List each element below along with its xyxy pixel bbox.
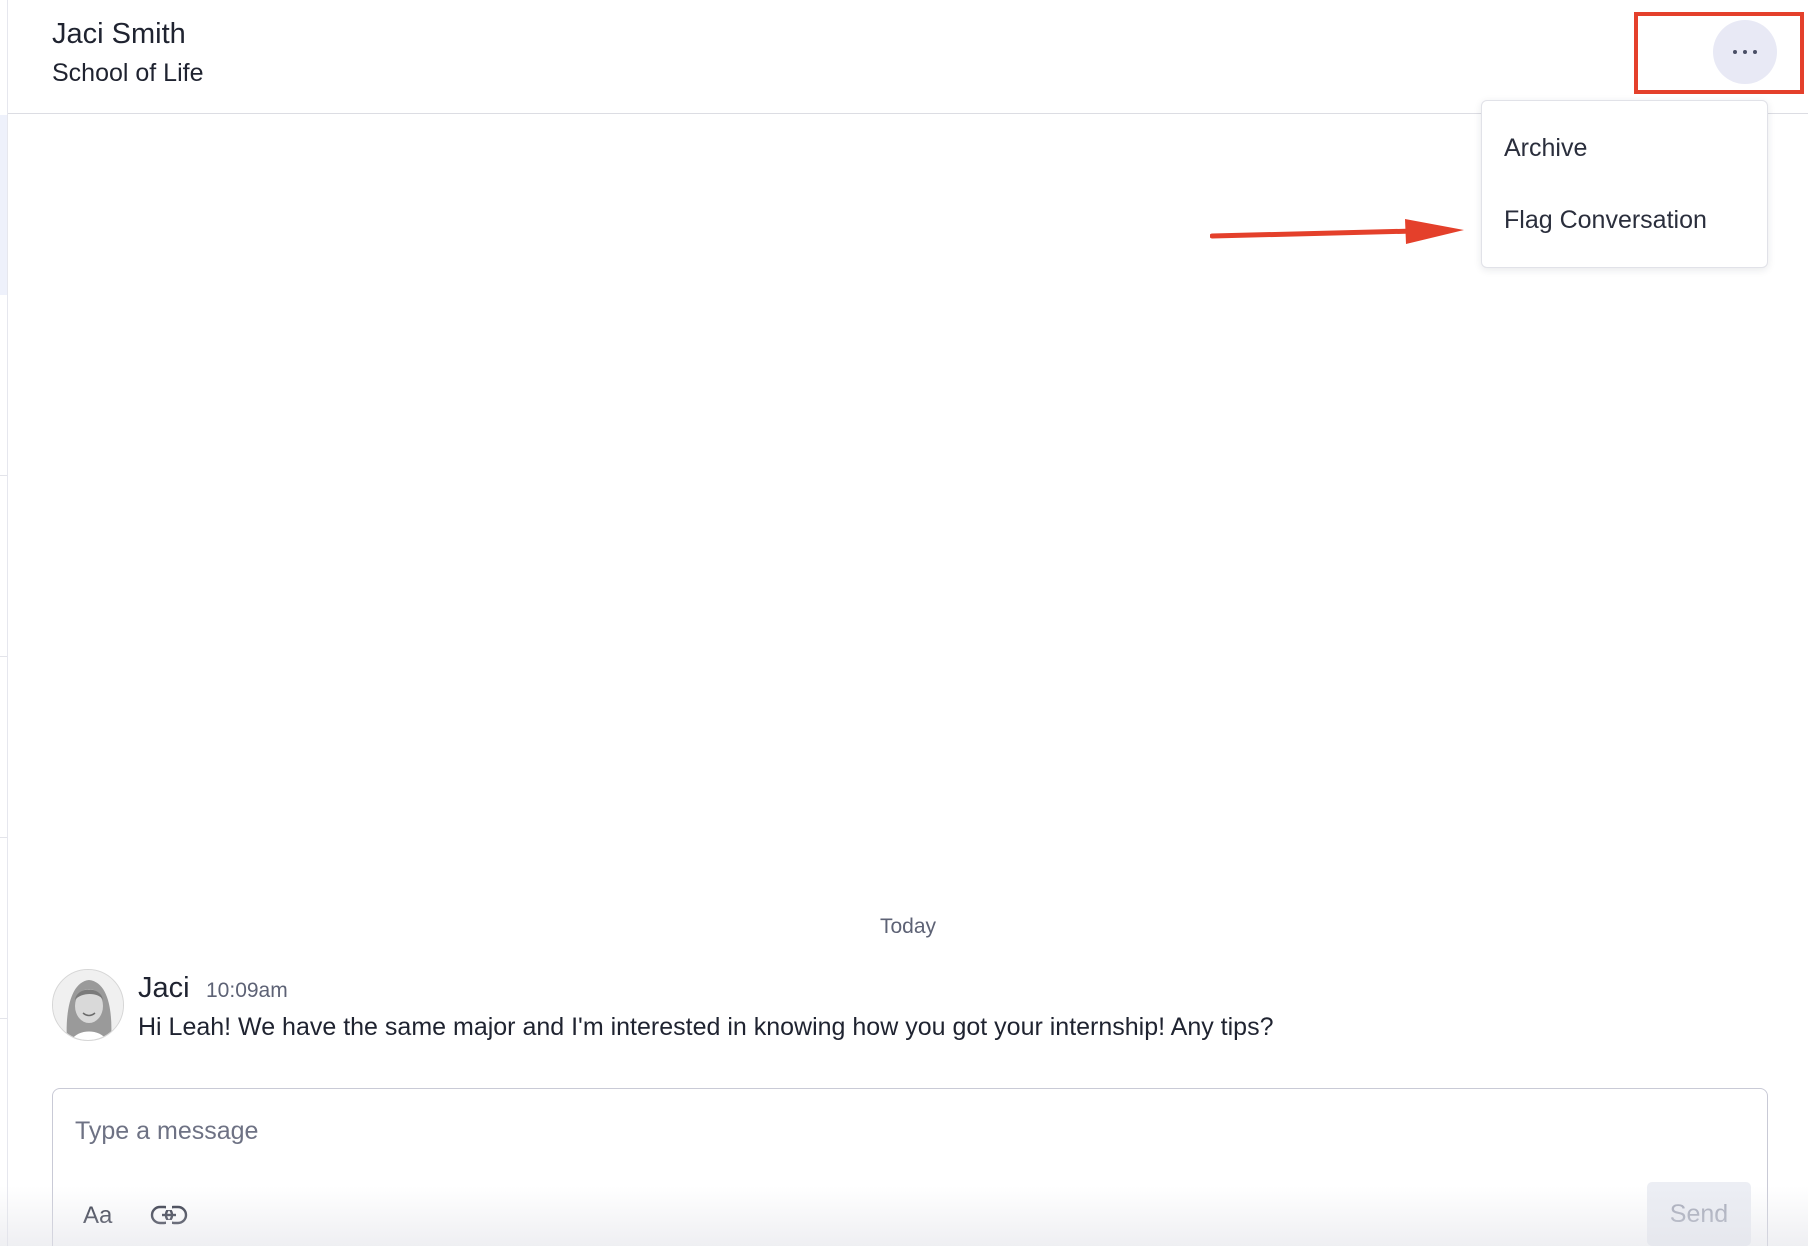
annotation-arrow-icon	[1210, 219, 1464, 244]
conversation-header: Jaci Smith School of Life	[8, 0, 1808, 114]
contact-name: Jaci Smith	[52, 18, 186, 50]
conversation-options-menu: Archive Flag Conversation	[1481, 100, 1768, 268]
messages-page: Jaci Smith School of Life Archive Flag C…	[0, 0, 1808, 1246]
message-timestamp: 10:09am	[206, 979, 288, 1002]
avatar	[52, 969, 124, 1041]
profile-photo-icon	[53, 970, 123, 1040]
message-composer: Aa Send	[52, 1088, 1768, 1246]
more-options-button[interactable]	[1713, 20, 1777, 84]
send-button[interactable]: Send	[1647, 1182, 1751, 1246]
more-horizontal-icon	[1730, 50, 1760, 54]
day-divider: Today	[880, 915, 937, 938]
conversation-list-edge	[0, 0, 8, 1246]
list-divider	[0, 837, 7, 838]
link-icon[interactable]	[150, 1203, 188, 1227]
contact-organization: School of Life	[52, 59, 204, 87]
message-sender: Jaci	[138, 972, 190, 1004]
list-divider	[0, 656, 7, 657]
menu-item-flag-conversation[interactable]: Flag Conversation	[1504, 206, 1707, 235]
list-divider	[0, 475, 7, 476]
message-input[interactable]	[75, 1117, 1375, 1146]
list-divider	[0, 1018, 7, 1019]
menu-item-archive[interactable]: Archive	[1504, 134, 1587, 163]
message-text: Hi Leah! We have the same major and I'm …	[138, 1013, 1274, 1041]
selected-conversation-highlight	[0, 115, 7, 295]
text-format-button[interactable]: Aa	[83, 1202, 112, 1230]
